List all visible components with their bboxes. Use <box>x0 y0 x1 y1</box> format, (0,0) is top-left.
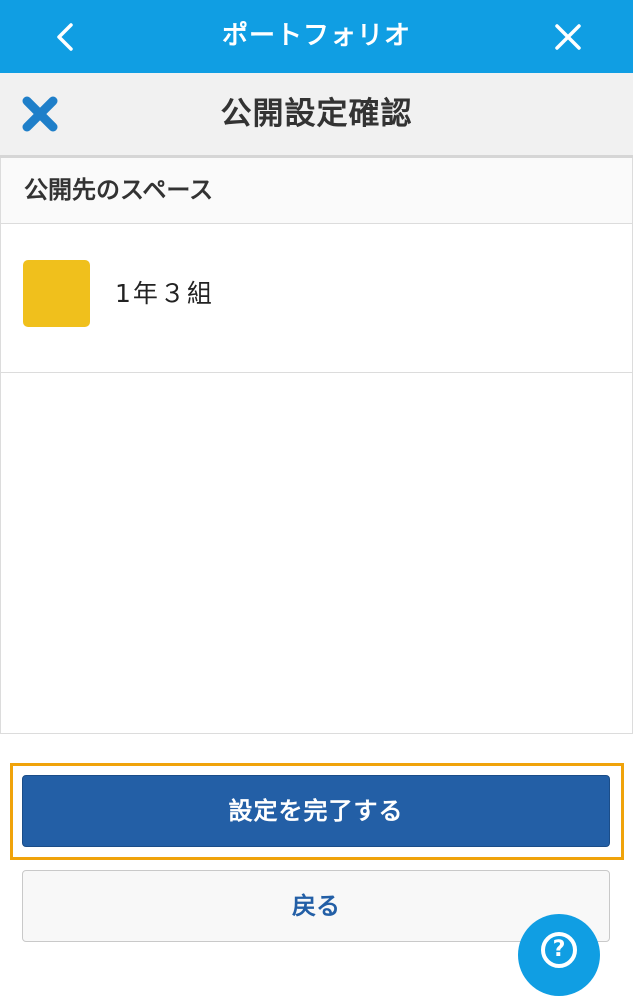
list-empty-area <box>0 373 633 734</box>
dialog-title: 公開設定確認 <box>220 96 413 132</box>
app-header: ポートフォリオ <box>0 0 633 73</box>
help-button[interactable]: ? <box>518 914 600 996</box>
section-header: 公開先のスペース <box>0 158 633 224</box>
back-text-button[interactable]: 戻る <box>22 870 610 942</box>
help-icon: ? <box>541 932 577 968</box>
close-icon <box>555 24 581 50</box>
dialog-close-button[interactable] <box>18 92 62 136</box>
app-title: ポートフォリオ <box>221 21 411 51</box>
space-name: 1年３組 <box>115 279 214 308</box>
close-button[interactable] <box>543 12 593 62</box>
x-icon <box>22 96 58 132</box>
list-item: 1年３組 <box>0 224 633 373</box>
complete-settings-button[interactable]: 設定を完了する <box>22 775 610 847</box>
space-color-swatch <box>23 260 90 327</box>
section-label: 公開先のスペース <box>24 176 214 204</box>
dialog-header: 公開設定確認 <box>0 73 633 158</box>
chevron-left-icon <box>57 23 73 51</box>
back-button[interactable] <box>40 12 90 62</box>
